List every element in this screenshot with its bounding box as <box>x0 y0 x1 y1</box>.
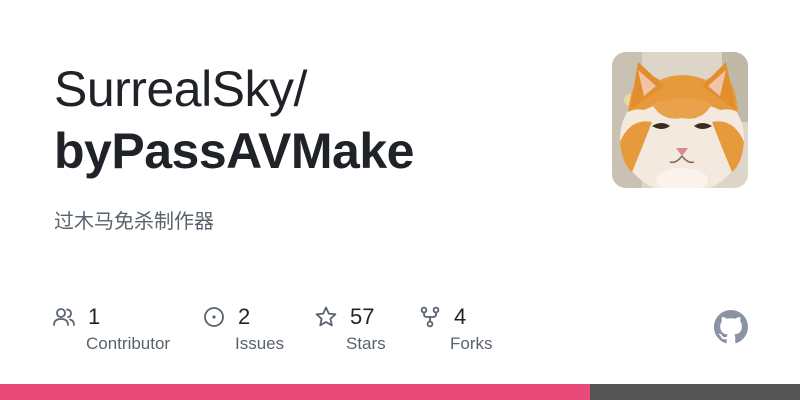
issue-icon <box>202 305 226 329</box>
stat-issues[interactable]: 2 Issues <box>202 302 284 353</box>
repo-description: 过木马免杀制作器 <box>54 209 214 233</box>
language-bar-primary <box>0 384 590 400</box>
stat-value: 1 <box>88 304 101 329</box>
github-icon[interactable] <box>714 310 748 344</box>
repo-card: SurrealSky/ byPassAVMake 过木马免杀制作器 1 Cont… <box>0 0 800 400</box>
cat-avatar <box>612 52 748 188</box>
stat-contributors[interactable]: 1 Contributor <box>52 302 170 353</box>
stat-label: Contributor <box>86 334 171 353</box>
stat-value: 4 <box>454 304 467 329</box>
star-icon <box>314 305 338 329</box>
stat-forks[interactable]: 4 Forks <box>418 302 493 353</box>
stat-label: Forks <box>450 334 493 353</box>
stat-label: Stars <box>346 334 386 353</box>
people-icon <box>52 305 76 329</box>
stat-value: 2 <box>238 304 251 329</box>
repo-name[interactable]: byPassAVMake <box>54 120 574 182</box>
stat-label: Issues <box>235 334 285 353</box>
fork-icon <box>418 305 442 329</box>
repo-owner[interactable]: SurrealSky/ <box>54 58 574 120</box>
stat-stars[interactable]: 57 Stars <box>314 302 386 353</box>
repo-title: SurrealSky/ byPassAVMake <box>54 58 574 182</box>
language-bar-secondary <box>590 384 800 400</box>
stat-value: 57 <box>350 304 375 329</box>
